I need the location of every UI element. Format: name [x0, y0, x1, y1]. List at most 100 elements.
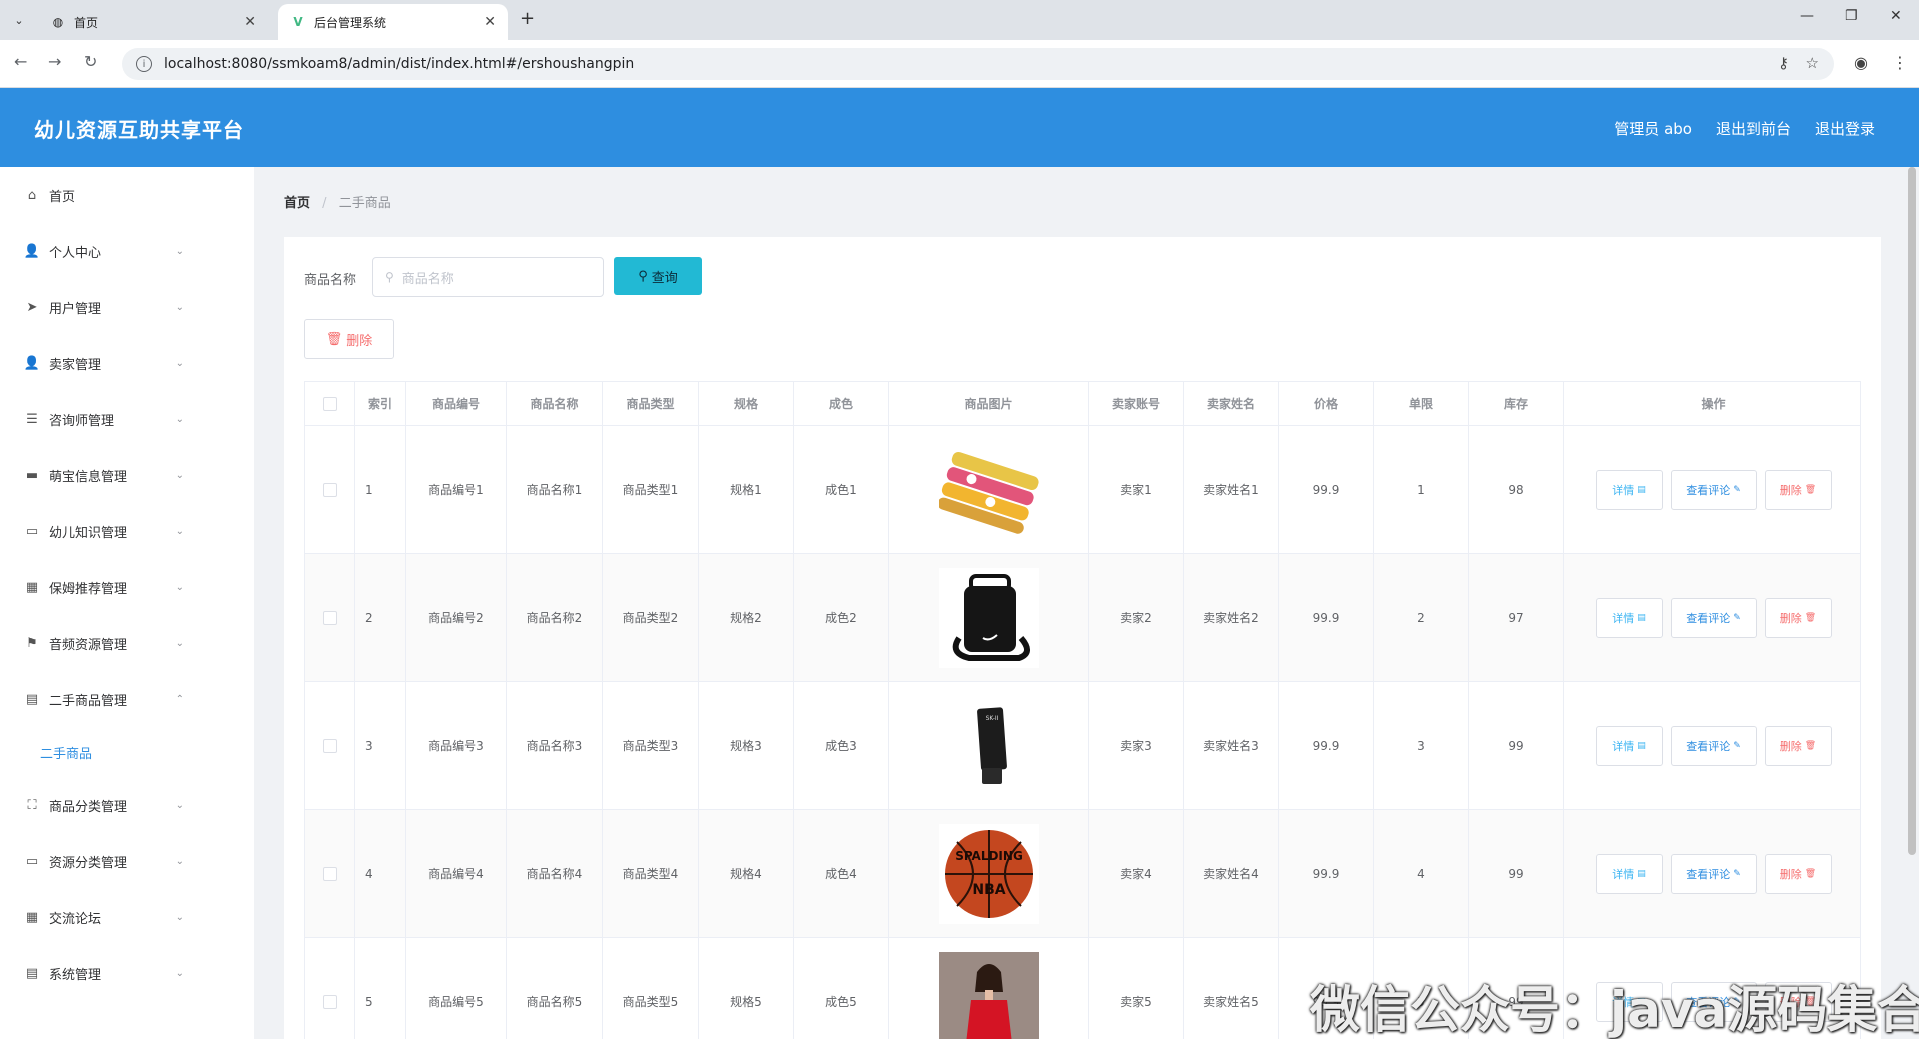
sidebar-item-label: 个人中心 [49, 245, 102, 261]
row-delete-button[interactable]: 删除 🗑 [1764, 597, 1832, 638]
trash-icon: 🗑 [1804, 612, 1817, 623]
site-info-icon[interactable]: i [136, 56, 152, 72]
row-delete-button[interactable]: 删除 🗑 [1764, 853, 1832, 894]
row-checkbox[interactable] [322, 738, 337, 753]
cell-account: 卖家4 [1089, 810, 1184, 937]
sidebar-item[interactable]: ▦ 保姆推荐管理 ⌄ [0, 559, 254, 615]
exit-to-front-link[interactable]: 退出到前台 [1716, 118, 1791, 139]
row-checkbox-cell[interactable] [305, 426, 355, 553]
tab-search-button[interactable]: ⌄ [8, 9, 30, 31]
cell-account: 卖家5 [1089, 938, 1184, 1039]
chevron-down-icon: ⌄ [175, 855, 184, 867]
sidebar-item[interactable]: ☰ 咨询师管理 ⌄ [0, 391, 254, 447]
sidebar-item-label: 咨询师管理 [49, 413, 115, 429]
cell-price: 99.9 [1279, 682, 1374, 809]
row-checkbox-cell[interactable] [305, 810, 355, 937]
watermark-text: 微信公众号：java源码集合 [1310, 981, 1919, 1039]
more-icon[interactable]: ⋮ [1892, 53, 1908, 72]
new-tab-button[interactable]: + [520, 8, 535, 29]
row-delete-button[interactable]: 删除 🗑 [1764, 469, 1832, 510]
row-checkbox-cell[interactable] [305, 682, 355, 809]
key-icon[interactable]: ⚷ [1778, 54, 1789, 72]
page-scrollbar[interactable] [1908, 167, 1916, 855]
cell-type: 商品类型4 [603, 810, 699, 937]
query-button[interactable]: ⚲ 查询 [614, 257, 702, 295]
sidebar-item[interactable]: ▭ 幼儿知识管理 ⌄ [0, 503, 254, 559]
checkbox-box[interactable] [322, 396, 337, 411]
back-icon[interactable]: ← [14, 52, 27, 71]
cell-account: 卖家1 [1089, 426, 1184, 553]
column-header: 价格 [1279, 382, 1374, 425]
url-field[interactable]: i localhost:8080/ssmkoam8/admin/dist/ind… [122, 48, 1834, 80]
row-checkbox-cell[interactable] [305, 554, 355, 681]
sidebar-item[interactable]: ⌂ 首页 [0, 167, 254, 223]
sidebar-item[interactable]: ▭ 资源分类管理 ⌄ [0, 833, 254, 889]
close-icon[interactable]: ✕ [484, 14, 496, 30]
row-delete-button[interactable]: 删除 🗑 [1764, 725, 1832, 766]
cell-spec: 规格1 [699, 426, 794, 553]
row-checkbox[interactable] [322, 610, 337, 625]
sidebar-item[interactable]: ⛶ 商品分类管理 ⌄ [0, 777, 254, 833]
view-comments-button-label: 查看评论 [1686, 483, 1731, 497]
grid-icon: ▦ [25, 579, 39, 595]
cell-name: 商品名称2 [507, 554, 603, 681]
sidebar-item[interactable]: ▦ 交流论坛 ⌄ [0, 889, 254, 945]
sidebar-item[interactable]: ⚑ 音频资源管理 ⌄ [0, 615, 254, 671]
browser-tab-admin[interactable]: V 后台管理系统 ✕ [278, 4, 508, 40]
tab-title: 首页 [74, 15, 99, 30]
restore-icon[interactable]: ❐ [1845, 8, 1858, 24]
cell-cond: 成色1 [794, 426, 889, 553]
sidebar-item[interactable]: 👤 个人中心 ⌄ [0, 223, 254, 279]
sidebar-item[interactable]: ▬ 萌宝信息管理 ⌄ [0, 447, 254, 503]
browser-tab-home[interactable]: ◍ 首页 ✕ [38, 4, 268, 40]
app-title: 幼儿资源互助共享平台 [34, 118, 244, 142]
detail-button[interactable]: 详情 ▤ [1595, 469, 1663, 510]
cell-price: 99.9 [1279, 810, 1374, 937]
row-checkbox[interactable] [322, 866, 337, 881]
search-placeholder: 商品名称 [401, 271, 454, 287]
batch-delete-button[interactable]: 🗑 删除 [304, 319, 394, 359]
row-checkbox[interactable] [322, 482, 337, 497]
column-header: 索引 [355, 382, 406, 425]
window-close-icon[interactable]: ✕ [1890, 8, 1902, 24]
close-icon[interactable]: ✕ [244, 14, 256, 30]
logout-link[interactable]: 退出登录 [1815, 118, 1875, 139]
select-all-checkbox[interactable] [305, 382, 355, 425]
url-text: localhost:8080/ssmkoam8/admin/dist/index… [164, 56, 635, 72]
view-comments-button-label: 查看评论 [1686, 867, 1731, 881]
sidebar-item[interactable]: ▤ 二手商品管理 ⌃ [0, 671, 254, 727]
sidebar-item[interactable]: 👤 卖家管理 ⌄ [0, 335, 254, 391]
view-comments-button[interactable]: 查看评论 ✎ [1670, 853, 1757, 894]
sidebar-item[interactable]: ▤ 系统管理 ⌄ [0, 945, 254, 1001]
breadcrumb-home[interactable]: 首页 [284, 196, 310, 211]
address-bar: ← → ↻ i localhost:8080/ssmkoam8/admin/di… [0, 40, 1919, 88]
forward-icon[interactable]: → [48, 52, 61, 71]
profile-icon[interactable]: ◉ [1854, 53, 1868, 72]
cell-seller: 卖家姓名3 [1184, 682, 1279, 809]
sidebar-item[interactable]: ➤ 用户管理 ⌄ [0, 279, 254, 335]
star-icon[interactable]: ☆ [1806, 54, 1819, 72]
search-icon: ⚲ [385, 270, 394, 284]
product-image [938, 951, 1039, 1039]
document-icon: ▤ [1637, 868, 1646, 879]
sidebar-item-label: 幼儿知识管理 [49, 525, 128, 541]
search-input[interactable]: ⚲ 商品名称 [372, 257, 604, 297]
column-header: 商品名称 [507, 382, 603, 425]
user-icon: 👤 [23, 355, 41, 371]
cell-index: 4 [355, 810, 406, 937]
detail-button[interactable]: 详情 ▤ [1595, 597, 1663, 638]
cell-code: 商品编号4 [406, 810, 507, 937]
view-comments-button[interactable]: 查看评论 ✎ [1670, 469, 1757, 510]
detail-button[interactable]: 详情 ▤ [1595, 853, 1663, 894]
row-checkbox-cell[interactable] [305, 938, 355, 1039]
breadcrumb-separator: / [322, 196, 327, 211]
minimize-icon[interactable]: — [1800, 8, 1814, 24]
flag-icon: ⚑ [26, 635, 38, 651]
view-comments-button[interactable]: 查看评论 ✎ [1670, 597, 1757, 638]
view-comments-button[interactable]: 查看评论 ✎ [1670, 725, 1757, 766]
reload-icon[interactable]: ↻ [84, 52, 97, 71]
row-checkbox[interactable] [322, 994, 337, 1009]
sidebar-subitem-active[interactable]: 二手商品 [0, 727, 254, 777]
detail-button[interactable]: 详情 ▤ [1595, 725, 1663, 766]
column-header: 卖家姓名 [1184, 382, 1279, 425]
